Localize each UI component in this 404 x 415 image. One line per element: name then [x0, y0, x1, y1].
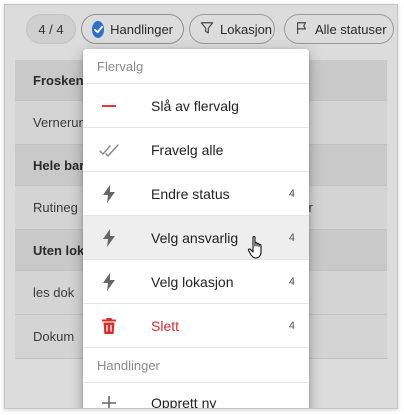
filter-funnel-icon — [200, 21, 214, 38]
menu-item-label: Slå av flervalg — [151, 97, 239, 114]
status-filter-chip[interactable]: Alle statuser — [284, 14, 394, 44]
status-filter-label: Alle statuser — [315, 21, 387, 37]
hand-cursor-icon — [247, 235, 267, 266]
menu-item-label: Fravelg alle — [151, 141, 224, 158]
menu-item-count: 4 — [288, 231, 295, 244]
lightning-icon — [99, 184, 119, 204]
lightning-icon — [99, 228, 119, 248]
actions-filter-label: Handlinger — [110, 21, 173, 37]
menu-item-choose-responsible[interactable]: Velg ansvarlig 4 — [83, 216, 309, 260]
menu-item-label: Velg ansvarlig — [151, 229, 239, 246]
menu-item-count: 4 — [288, 187, 295, 200]
double-check-icon — [99, 140, 119, 160]
actions-dropdown-menu: Flervalg Slå av flervalg Fravelg alle En… — [83, 49, 309, 409]
lightning-icon — [99, 272, 119, 292]
multiselect-section-heading: Flervalg — [83, 49, 309, 84]
selection-count-chip[interactable]: 4 / 4 — [26, 14, 76, 44]
trash-icon — [99, 316, 119, 336]
selection-count: 4 / 4 — [38, 21, 64, 37]
flag-icon — [295, 21, 309, 38]
location-filter-label: Lokasjon — [220, 21, 273, 37]
menu-item-delete[interactable]: Slett 4 — [83, 304, 309, 348]
menu-item-label: Opprett ny — [151, 395, 217, 409]
menu-item-deselect-all[interactable]: Fravelg alle — [83, 128, 309, 172]
menu-item-count: 4 — [288, 275, 295, 288]
check-circle-icon — [92, 20, 105, 38]
plus-icon — [99, 393, 119, 408]
location-filter-chip[interactable]: Lokasjon — [189, 14, 275, 44]
actions-section-heading: Handlinger — [83, 348, 309, 383]
menu-item-change-status[interactable]: Endre status 4 — [83, 172, 309, 216]
actions-filter-chip[interactable]: Handlinger — [81, 14, 184, 44]
menu-item-choose-location[interactable]: Velg lokasjon 4 — [83, 260, 309, 304]
menu-item-label: Endre status — [151, 185, 230, 202]
app-window: 4 / 4 Handlinger Lokasjon Alle statuser … — [4, 4, 398, 409]
menu-item-label: Velg lokasjon — [151, 273, 234, 290]
minus-icon — [99, 96, 119, 116]
menu-item-count: 4 — [288, 319, 295, 332]
menu-item-create-new[interactable]: Opprett ny — [83, 383, 309, 409]
menu-item-label: Slett — [151, 317, 180, 334]
menu-item-disable-multiselect[interactable]: Slå av flervalg — [83, 84, 309, 128]
